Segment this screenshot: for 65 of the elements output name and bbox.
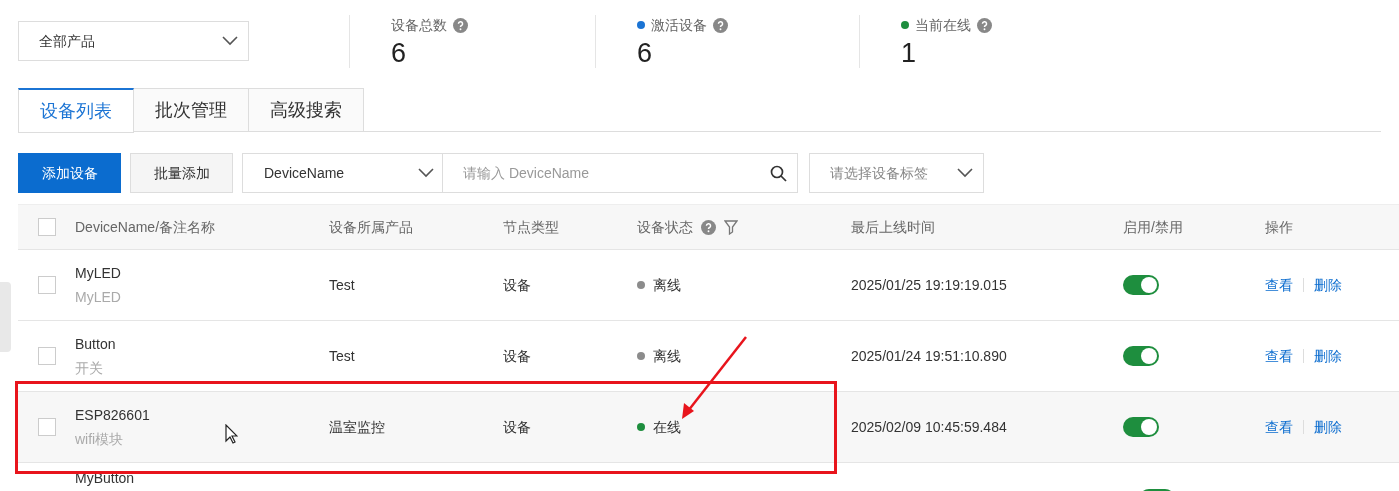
table-cell: Test — [329, 347, 355, 364]
search-field[interactable]: 请输入 DeviceName — [463, 162, 770, 184]
checkbox[interactable] — [38, 347, 56, 365]
column-header: 操作 — [1265, 217, 1293, 237]
checkbox[interactable] — [38, 418, 56, 436]
column-header: DeviceName/备注名称 — [75, 217, 216, 237]
help-icon — [701, 219, 716, 235]
device-note: MyLED — [75, 288, 121, 307]
table-row[interactable]: ESP826601 wifi模块 温室监控 设备 在线 2025/02/09 10:45:59.484 查看 删除 — [18, 392, 1399, 463]
stat-label: 激活设备 — [651, 15, 707, 35]
column-header: 设备所属产品 — [329, 217, 413, 237]
help-icon — [977, 17, 992, 33]
action-link[interactable]: 删除 — [1314, 274, 1342, 296]
field-select[interactable]: DeviceName — [242, 153, 443, 193]
tab[interactable]: 高级搜索 — [249, 88, 364, 132]
column-header: 最后上线时间 — [851, 217, 935, 237]
tag-select[interactable]: 请选择设备标签 — [809, 153, 984, 193]
toggle-switch[interactable] — [1123, 275, 1159, 295]
chevron-down-icon — [957, 168, 973, 178]
tab[interactable]: 批次管理 — [134, 88, 249, 132]
help-icon — [453, 17, 468, 33]
stat-value: 1 — [901, 37, 918, 70]
mouse-cursor-icon — [225, 424, 238, 444]
column-header: 设备状态 — [637, 217, 693, 237]
device-name: MyLED — [75, 264, 121, 283]
status-text: 离线 — [653, 346, 681, 366]
stat-value: 6 — [391, 37, 408, 70]
toggle-switch[interactable] — [1123, 417, 1159, 437]
table-cell: Test — [329, 276, 355, 293]
product-select[interactable]: 全部产品 — [18, 21, 249, 61]
column-header: 节点类型 — [503, 217, 559, 237]
chevron-down-icon — [222, 36, 238, 46]
action-link[interactable]: 删除 — [1314, 345, 1342, 367]
checkbox[interactable] — [38, 218, 56, 236]
device-name: ESP826601 — [75, 406, 150, 425]
action-link[interactable]: 查看 — [1265, 345, 1293, 367]
stat-label: 当前在线 — [915, 15, 971, 35]
status-text: 离线 — [653, 275, 681, 295]
table-cell: 温室监控 — [329, 418, 385, 435]
table-cell: 设备 — [503, 276, 531, 293]
action-link[interactable]: 查看 — [1265, 416, 1293, 438]
checkbox[interactable] — [38, 276, 56, 294]
table-cell: 2025/02/09 10:45:59.484 — [851, 418, 1007, 435]
column-header: 启用/禁用 — [1123, 217, 1183, 237]
device-note: 开关 — [75, 359, 103, 378]
stat-label: 设备总数 — [391, 15, 447, 35]
table-cell: 设备 — [503, 347, 531, 364]
filter-icon[interactable] — [724, 219, 738, 235]
action-link[interactable]: 查看 — [1265, 274, 1293, 296]
chevron-down-icon — [418, 168, 434, 178]
table-cell: 2025/01/25 19:19:19.015 — [851, 276, 1007, 293]
device-note: wifi模块 — [75, 430, 124, 449]
table-cell: 设备 — [503, 418, 531, 435]
action-link[interactable]: 删除 — [1314, 416, 1342, 438]
table-cell: 2025/01/24 19:51:10.890 — [851, 347, 1007, 364]
device-name: Button — [75, 335, 116, 354]
search-box[interactable]: 请输入 DeviceName — [443, 153, 798, 193]
status-text: 在线 — [653, 417, 681, 437]
help-icon — [713, 17, 728, 33]
stat-value: 6 — [637, 37, 654, 70]
toggle-switch[interactable] — [1123, 346, 1159, 366]
batch-add-button[interactable]: 批量添加 — [130, 153, 233, 193]
add-device-button[interactable]: 添加设备 — [18, 153, 121, 193]
tab[interactable]: 设备列表 — [18, 88, 134, 133]
search-icon[interactable] — [770, 164, 787, 182]
